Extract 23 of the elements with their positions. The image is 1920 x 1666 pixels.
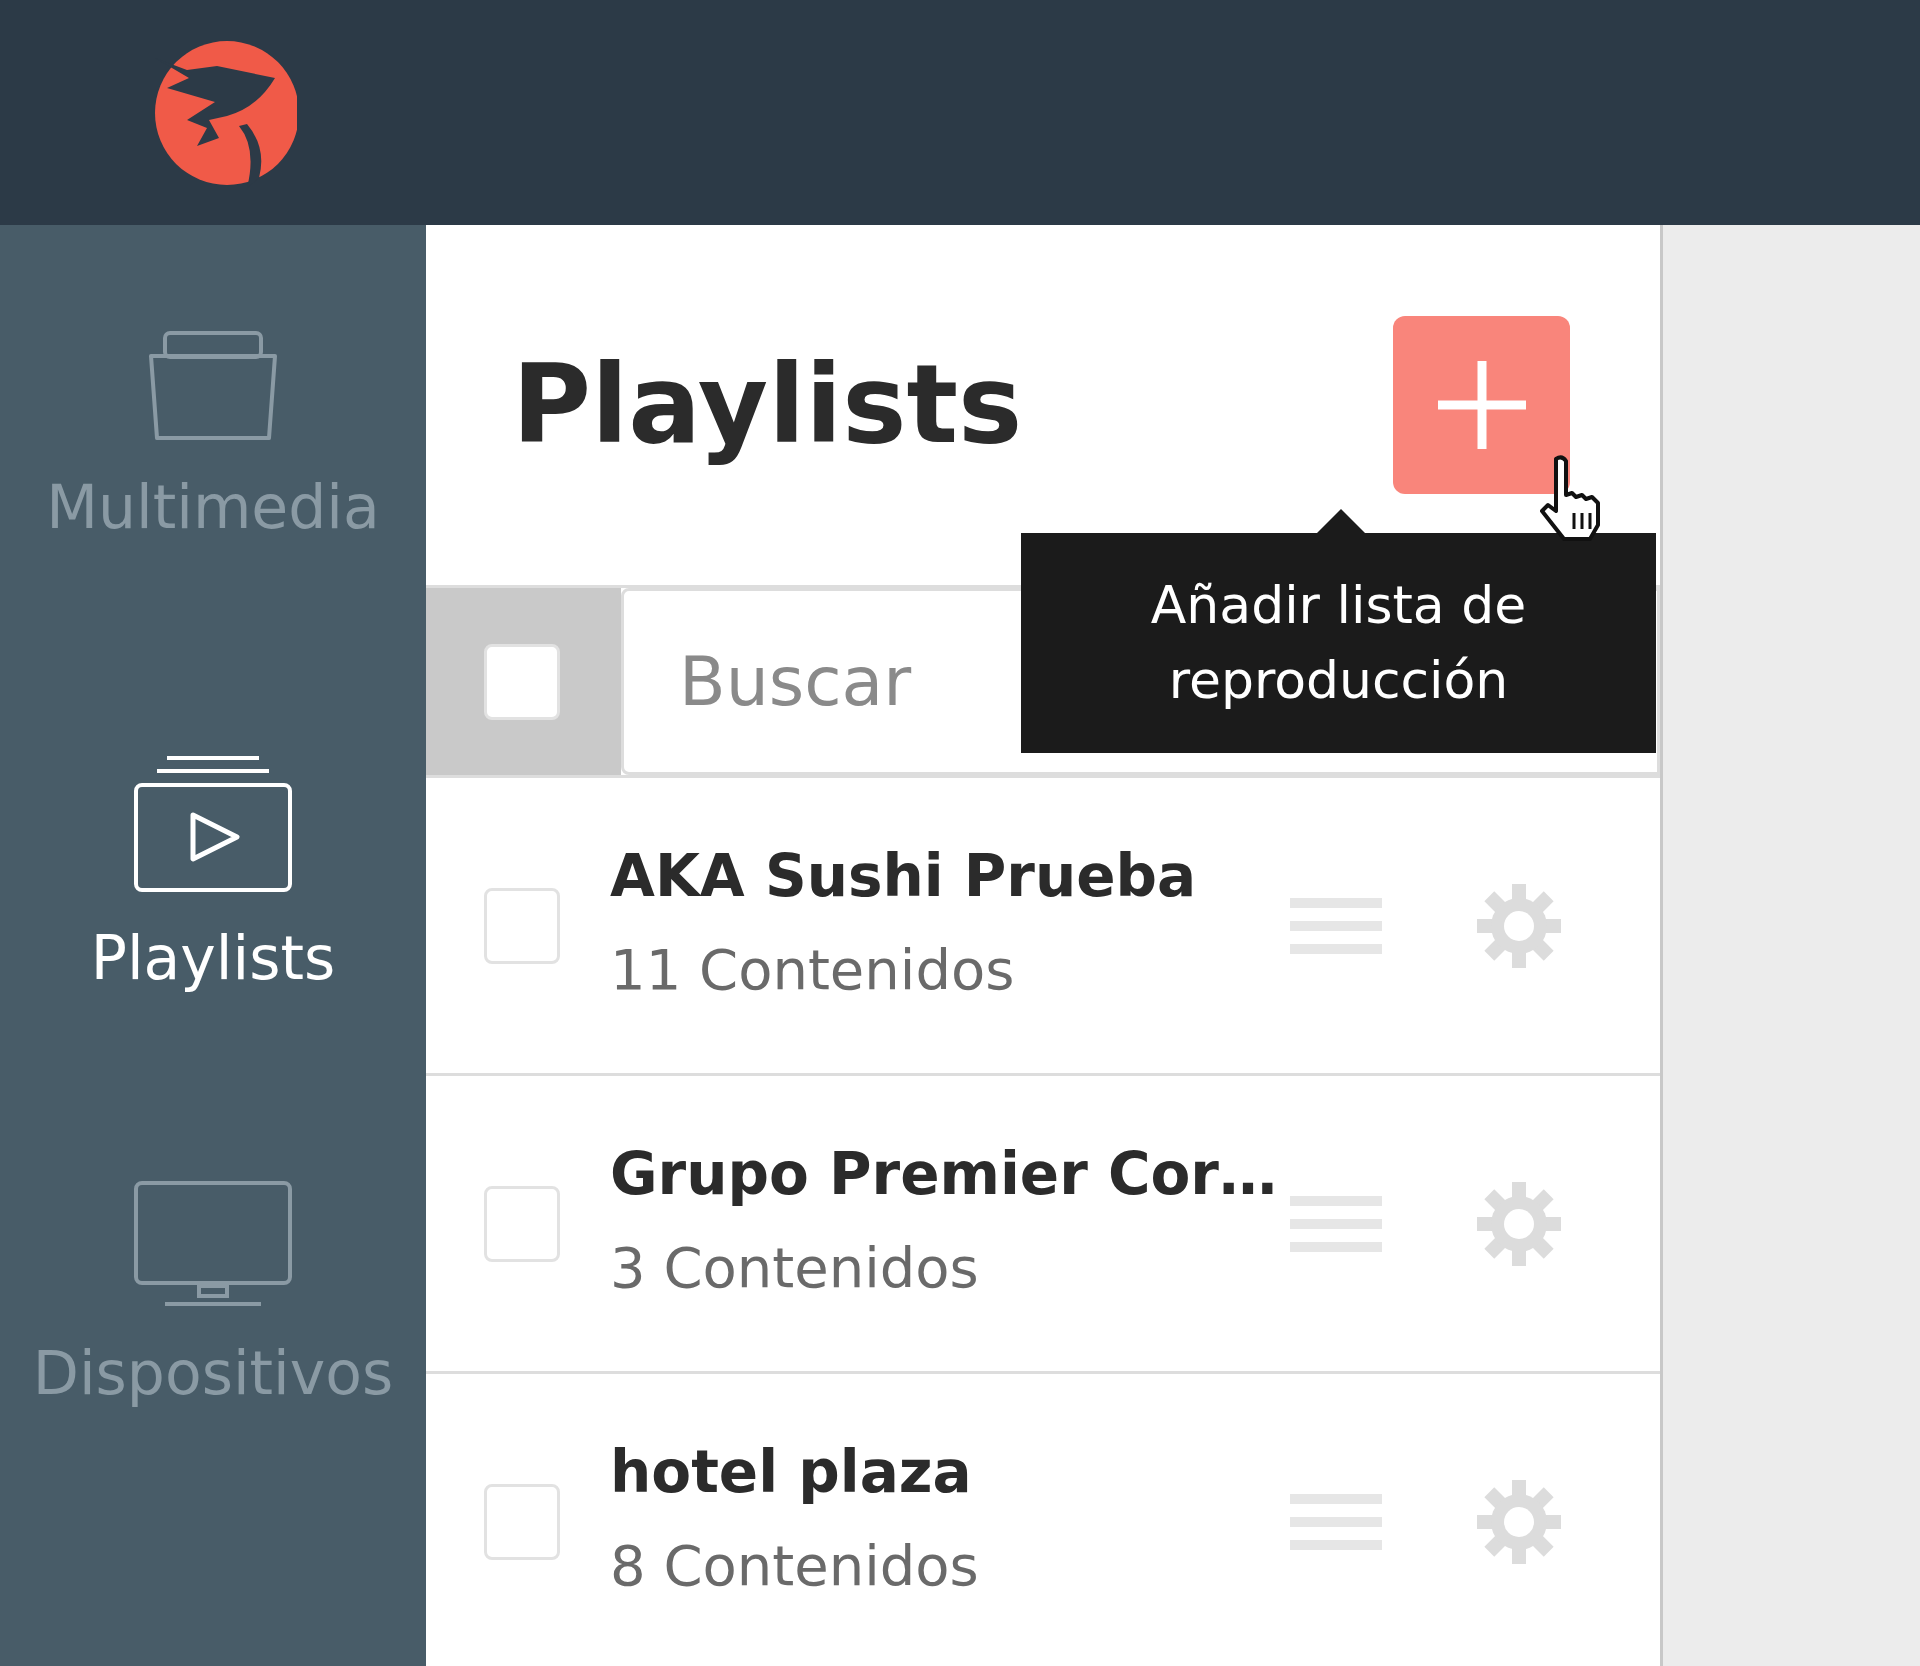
content-count: 3 Contenidos: [610, 1234, 980, 1303]
folder-icon: [147, 330, 279, 442]
sidebar-item[interactable]: Playlists: [0, 755, 426, 1180]
row-checkbox[interactable]: [484, 1185, 560, 1262]
row-checkbox[interactable]: [484, 887, 560, 964]
playlist-name[interactable]: hotel plaza: [610, 1434, 972, 1511]
page-title: Playlists: [512, 341, 1023, 470]
drag-handle-icon[interactable]: [1290, 1194, 1382, 1253]
video-playlist-icon: [133, 755, 293, 893]
select-all-checkbox[interactable]: [484, 643, 560, 720]
content-count: 8 Contenidos: [610, 1532, 980, 1601]
drag-handle-icon[interactable]: [1290, 1492, 1382, 1551]
row-checkbox[interactable]: [484, 1483, 560, 1560]
content-count: 11 Contenidos: [610, 936, 1016, 1005]
gear-icon[interactable]: [1477, 1479, 1561, 1564]
playlist-name[interactable]: AKA Sushi Prueba: [610, 838, 1197, 915]
playlist-name[interactable]: Grupo Premier Cor…: [610, 1136, 1277, 1213]
gear-icon[interactable]: [1477, 883, 1561, 968]
gear-icon[interactable]: [1477, 1181, 1561, 1266]
add-button[interactable]: [1393, 316, 1570, 494]
drag-handle-icon[interactable]: [1290, 896, 1382, 955]
monitor-icon: [133, 1180, 293, 1308]
tooltip-text: Añadir lista de reproducción: [1149, 573, 1528, 712]
